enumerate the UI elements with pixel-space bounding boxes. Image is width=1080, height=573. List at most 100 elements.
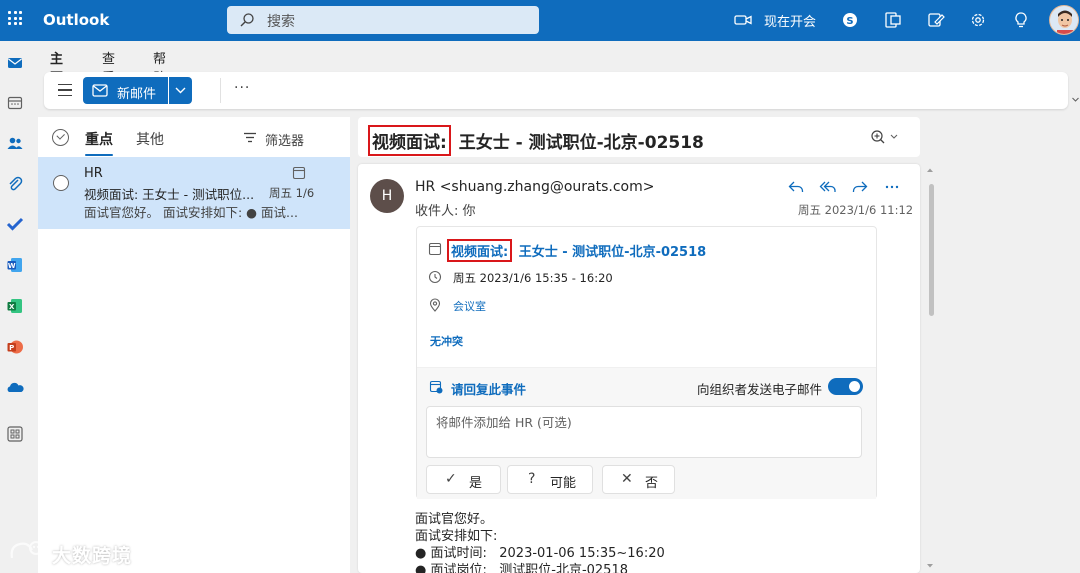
scroll-up-icon[interactable]: [926, 167, 934, 173]
invite-location[interactable]: 会议室: [453, 298, 486, 314]
mail-icon[interactable]: [6, 54, 24, 72]
tentative-button[interactable]: ? 可能: [507, 465, 593, 494]
more-options-button[interactable]: ···: [234, 80, 250, 96]
rsvp-section: 请回复此事件 向组织者发送电子邮件 将邮件添加给 HR (可选) ✓ 是 ? 可…: [417, 367, 876, 499]
message-list-header: 重点 其他 筛选器: [38, 117, 350, 157]
watermark-text: 大数跨境: [52, 545, 133, 567]
message-list: 重点 其他 筛选器 HR 视频面试: 王女士 - 测试职位... 面试官您好。 …: [38, 117, 350, 573]
word-icon[interactable]: W: [6, 256, 24, 274]
watermark-logo: 大数跨境: [8, 538, 148, 568]
more-apps-icon[interactable]: [6, 425, 24, 443]
scrollbar-thumb[interactable]: [929, 184, 934, 316]
question-icon: ?: [528, 471, 536, 487]
tab-focused[interactable]: 重点: [85, 129, 113, 156]
ribbon-toolbar: 新邮件 ···: [44, 72, 1068, 109]
divider: [220, 78, 221, 103]
close-icon: ✕: [621, 471, 633, 487]
search-placeholder: 搜索: [267, 14, 295, 30]
body-line: 面试安排如下:: [415, 529, 498, 544]
message-preview: 面试官您好。 面试安排如下: ● 面试...: [84, 205, 298, 220]
calendar-icon: [428, 242, 442, 256]
list-item[interactable]: HR 视频面试: 王女士 - 测试职位... 面试官您好。 面试安排如下: ● …: [38, 157, 350, 229]
chevron-down-icon[interactable]: [1071, 95, 1080, 104]
svg-text:W: W: [8, 262, 16, 270]
subject-header: 视频面试: 王女士 - 测试职位-北京-02518: [358, 117, 920, 157]
zoom-icon[interactable]: [870, 129, 900, 145]
location-pin-icon: [429, 298, 441, 312]
message-body: 面试官您好。 面试安排如下: ● 面试时间: 2023-01-06 15:35~16…: [415, 511, 665, 573]
checkmark-icon: ✓: [445, 471, 457, 487]
invite-title[interactable]: 视频面试: 王女士 - 测试职位-北京-02518: [447, 239, 706, 262]
office-icon[interactable]: [883, 10, 903, 30]
app-launcher-icon[interactable]: [8, 11, 22, 25]
message-subject: 视频面试: 王女士 - 测试职位...: [84, 187, 255, 202]
invite-conflict-status[interactable]: 无冲突: [430, 333, 463, 349]
filter-icon: [244, 132, 256, 143]
svg-text:X: X: [9, 303, 15, 311]
new-mail-dropdown[interactable]: [169, 77, 192, 104]
clock-icon: [428, 270, 442, 284]
chevron-down-icon: [175, 87, 186, 94]
forward-icon[interactable]: [851, 178, 869, 196]
search-box[interactable]: 搜索: [227, 6, 539, 34]
more-actions-icon[interactable]: [883, 178, 901, 196]
svg-text:S: S: [846, 16, 853, 27]
subject-text: 王女士 - 测试职位-北京-02518: [452, 133, 704, 153]
meeting-invite-card: 视频面试: 王女士 - 测试职位-北京-02518 周五 2023/1/6 15…: [416, 226, 877, 499]
new-mail-label: 新邮件: [117, 87, 157, 102]
calendar-icon[interactable]: [6, 94, 24, 112]
user-avatar[interactable]: [1049, 5, 1079, 35]
filter-label: 筛选器: [265, 134, 305, 149]
rsvp-message-field[interactable]: 将邮件添加给 HR (可选): [426, 406, 862, 458]
body-line: ● 面试岗位: 测试职位-北京-02518: [415, 563, 628, 573]
excel-icon[interactable]: X: [6, 297, 24, 315]
settings-gear-icon[interactable]: [968, 10, 988, 30]
message-sender: HR: [84, 166, 103, 181]
message-from[interactable]: HR <shuang.zhang@ourats.com>: [415, 179, 654, 195]
app-title[interactable]: Outlook: [43, 11, 109, 29]
people-icon[interactable]: [6, 134, 24, 152]
decline-button[interactable]: ✕ 否: [602, 465, 675, 494]
attachment-icon[interactable]: [6, 175, 24, 193]
select-all-checkbox[interactable]: [52, 129, 69, 146]
subject-highlight: 视频面试:: [368, 125, 451, 156]
search-icon: [240, 13, 254, 27]
lightbulb-icon[interactable]: [1011, 10, 1031, 30]
avatar[interactable]: H: [370, 179, 404, 213]
message-card: H HR <shuang.zhang@ourats.com> 收件人: 你 周五…: [358, 164, 920, 573]
powerpoint-icon[interactable]: P: [6, 338, 24, 356]
notify-organizer-label: 向组织者发送电子邮件: [697, 382, 823, 397]
video-camera-icon[interactable]: [733, 10, 753, 30]
scroll-down-icon[interactable]: [926, 563, 934, 569]
message-date: 周五 1/6: [269, 186, 315, 200]
new-mail-button[interactable]: 新邮件: [83, 77, 168, 104]
watermark-mark-icon: [10, 541, 43, 559]
mail-icon: [92, 84, 108, 97]
meet-now-button[interactable]: 现在开会: [764, 11, 816, 30]
filter-button[interactable]: 筛选器: [244, 130, 305, 149]
skype-icon[interactable]: S: [840, 10, 860, 30]
page-title: 视频面试: 王女士 - 测试职位-北京-02518: [368, 125, 704, 156]
svg-text:P: P: [9, 344, 14, 352]
reply-icon[interactable]: [787, 178, 805, 196]
message-recipients: 收件人: 你: [415, 204, 476, 219]
todo-icon[interactable]: [6, 215, 24, 233]
body-line: ● 面试时间: 2023-01-06 15:35~16:20: [415, 546, 665, 561]
select-message-checkbox[interactable]: [53, 175, 69, 191]
message-timestamp: 周五 2023/1/6 11:12: [798, 203, 914, 217]
invite-time: 周五 2023/1/6 15:35 - 16:20: [453, 271, 613, 285]
top-bar: Outlook 搜索 现在开会 S: [0, 0, 1080, 41]
tentative-label: 可能: [550, 476, 577, 491]
accept-button[interactable]: ✓ 是: [426, 465, 501, 494]
tab-other[interactable]: 其他: [136, 129, 164, 149]
notify-organizer-toggle[interactable]: [828, 378, 863, 395]
onedrive-icon[interactable]: [6, 379, 24, 397]
compose-note-icon[interactable]: [926, 10, 946, 30]
reply-all-icon[interactable]: [819, 178, 837, 196]
calendar-reply-icon: [429, 380, 443, 394]
invite-title-text: 王女士 - 测试职位-北京-02518: [514, 245, 707, 260]
rsvp-title: 请回复此事件: [451, 382, 527, 397]
accept-label: 是: [469, 476, 483, 491]
body-line: 面试官您好。: [415, 512, 494, 527]
hamburger-menu-icon[interactable]: [58, 84, 72, 96]
